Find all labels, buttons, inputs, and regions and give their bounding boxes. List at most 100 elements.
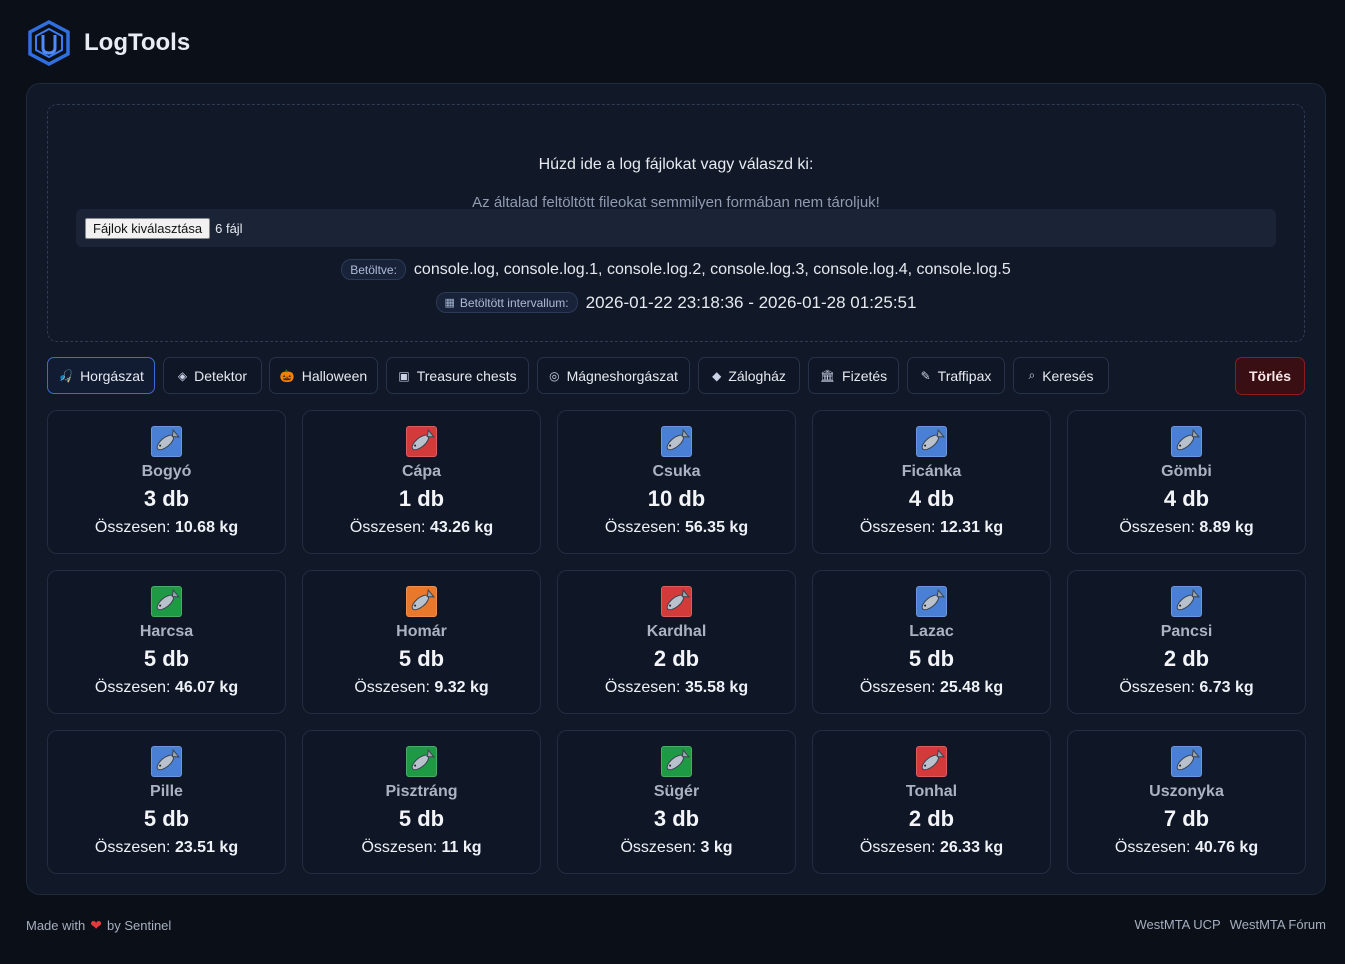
fish-total-label: Összesen: <box>859 839 936 856</box>
fish-count: 3 db <box>653 806 700 831</box>
made-with-text: Made with <box>26 918 86 933</box>
loaded-badge: Betöltve: <box>341 259 406 280</box>
fish-total-value: 40.76 kg <box>1194 839 1259 856</box>
fish-total-value: 10.68 kg <box>174 519 239 536</box>
fish-name: Tonhal <box>905 783 958 800</box>
fish-count: 10 db <box>647 486 706 511</box>
tab-fizetes[interactable]: 🏛 Fizetés <box>808 357 899 394</box>
tab-label: Traffipax <box>937 367 992 384</box>
fish-total-value: 23.51 kg <box>174 839 239 856</box>
fish-total: Összesen: 9.32 kg <box>303 679 540 697</box>
fish-icon <box>916 586 947 617</box>
fish-name: Pancsi <box>1160 623 1213 640</box>
fish-icon <box>661 426 692 457</box>
interval-value: 2026-01-22 23:18:36 - 2026-01-28 01:25:5… <box>585 292 917 312</box>
fish-count: 2 db <box>908 806 955 831</box>
fish-count: 5 db <box>398 806 445 831</box>
fish-name: Csuka <box>652 463 701 480</box>
chest-icon: ▣ <box>398 368 410 383</box>
fish-icon <box>661 586 692 617</box>
tab-label: Fizetés <box>842 367 888 384</box>
fishing-icon: 🎣 <box>58 368 74 383</box>
bank-icon: 🏛 <box>819 368 836 383</box>
fish-name: Kardhal <box>646 623 707 640</box>
pawn-icon: ◆ <box>712 368 722 383</box>
interval-row: ▦ Betöltött intervallum: 2026-01-22 23:1… <box>48 292 1304 313</box>
tab-kereses[interactable]: ⌕ Keresés <box>1013 357 1109 394</box>
fish-card: Kardhal 2 db Összesen: 35.58 kg <box>557 570 796 714</box>
header: LogTools <box>26 20 190 66</box>
fish-count: 5 db <box>908 646 955 671</box>
fish-card: Cápa 1 db Összesen: 43.26 kg <box>302 410 541 554</box>
fish-total-value: 35.58 kg <box>684 679 749 696</box>
ucp-link[interactable]: WestMTA UCP <box>1134 917 1220 932</box>
fish-card: Bogyó 3 db Összesen: 10.68 kg <box>47 410 286 554</box>
fish-total-value: 11 kg <box>441 839 482 856</box>
fish-count: 5 db <box>143 806 190 831</box>
fish-total-value: 46.07 kg <box>174 679 239 696</box>
fish-name: Bogyó <box>141 463 192 480</box>
author-text: by Sentinel <box>106 918 172 933</box>
tab-label: Halloween <box>301 367 368 384</box>
fish-icon <box>406 426 437 457</box>
file-dropzone[interactable]: Húzd ide a log fájlokat vagy válaszd ki:… <box>47 104 1305 342</box>
tab-treasure-chests[interactable]: ▣ Treasure chests <box>386 357 529 394</box>
fish-card: Ficánka 4 db Összesen: 12.31 kg <box>812 410 1051 554</box>
delete-button[interactable]: Törlés <box>1235 357 1305 395</box>
pumpkin-icon: 🎃 <box>279 368 295 383</box>
tab-horgaszat[interactable]: 🎣 Horgászat <box>47 357 155 394</box>
fish-total-value: 8.89 kg <box>1199 519 1254 536</box>
logo-icon <box>28 20 70 66</box>
brand-title: LogTools <box>84 29 191 56</box>
fish-total: Összesen: 3 kg <box>558 839 795 857</box>
tab-magneshorgaszat[interactable]: ◎ Mágneshorgászat <box>537 357 690 394</box>
main-panel: Húzd ide a log fájlokat vagy válaszd ki:… <box>26 83 1326 895</box>
fish-grid: Bogyó 3 db Összesen: 10.68 kg Cápa 1 db Össze… <box>47 410 1306 874</box>
fish-total-label: Összesen: <box>1119 519 1195 536</box>
fish-count: 1 db <box>398 486 445 511</box>
fish-total: Összesen: 6.73 kg <box>1068 679 1305 697</box>
fish-card: Harcsa 5 db Összesen: 46.07 kg <box>47 570 286 714</box>
fish-count: 5 db <box>398 646 445 671</box>
fish-total: Összesen: 56.35 kg <box>558 519 795 537</box>
fish-total: Összesen: 43.26 kg <box>303 519 540 537</box>
loaded-label: Betöltve: <box>350 262 397 277</box>
choose-files-button[interactable]: Fájlok kiválasztása <box>85 217 211 239</box>
fish-total-label: Összesen: <box>94 839 171 856</box>
fish-total-label: Összesen: <box>604 679 681 696</box>
speed-camera-icon: ✎ <box>920 368 931 383</box>
fish-count: 5 db <box>143 646 190 671</box>
fish-card: Pisztráng 5 db Összesen: 11 kg <box>302 730 541 874</box>
tab-halloween[interactable]: 🎃 Halloween <box>269 357 378 394</box>
tab-traffipax[interactable]: ✎ Traffipax <box>907 357 1005 394</box>
fish-total-label: Összesen: <box>1119 679 1195 696</box>
fish-count: 4 db <box>908 486 955 511</box>
tab-label: Horgászat <box>80 367 144 384</box>
loaded-files: console.log, console.log.1, console.log.… <box>413 260 1011 278</box>
fish-name: Uszonyka <box>1149 783 1224 800</box>
fish-card: Homár 5 db Összesen: 9.32 kg <box>302 570 541 714</box>
fish-icon <box>151 426 182 457</box>
fish-total-label: Összesen: <box>361 839 438 856</box>
fish-icon <box>151 586 182 617</box>
tab-zaloghaz[interactable]: ◆ Zálogház <box>698 357 800 394</box>
heart-icon: ❤ <box>90 917 102 933</box>
fish-name: Pille <box>150 783 183 800</box>
interval-badge: ▦ Betöltött intervallum: <box>435 292 578 313</box>
fish-total: Összesen: 23.51 kg <box>48 839 285 857</box>
fish-icon <box>916 746 947 777</box>
file-count: 6 fájl <box>215 220 243 236</box>
fish-card: Csuka 10 db Összesen: 56.35 kg <box>557 410 796 554</box>
loaded-row: Betöltve: console.log, console.log.1, co… <box>48 259 1304 280</box>
tab-detektor[interactable]: ◈ Detektor <box>163 357 262 394</box>
fish-name: Homár <box>396 623 447 640</box>
interval-label: Betöltött intervallum: <box>459 295 569 310</box>
tab-label: Mágneshorgászat <box>566 367 678 384</box>
fish-total-label: Összesen: <box>94 519 171 536</box>
fish-icon <box>151 746 182 777</box>
forum-link[interactable]: WestMTA Fórum <box>1230 917 1326 932</box>
fish-count: 2 db <box>653 646 700 671</box>
fish-total-label: Összesen: <box>354 679 430 696</box>
fish-count: 4 db <box>1163 486 1210 511</box>
tab-label: Treasure chests <box>416 367 517 384</box>
